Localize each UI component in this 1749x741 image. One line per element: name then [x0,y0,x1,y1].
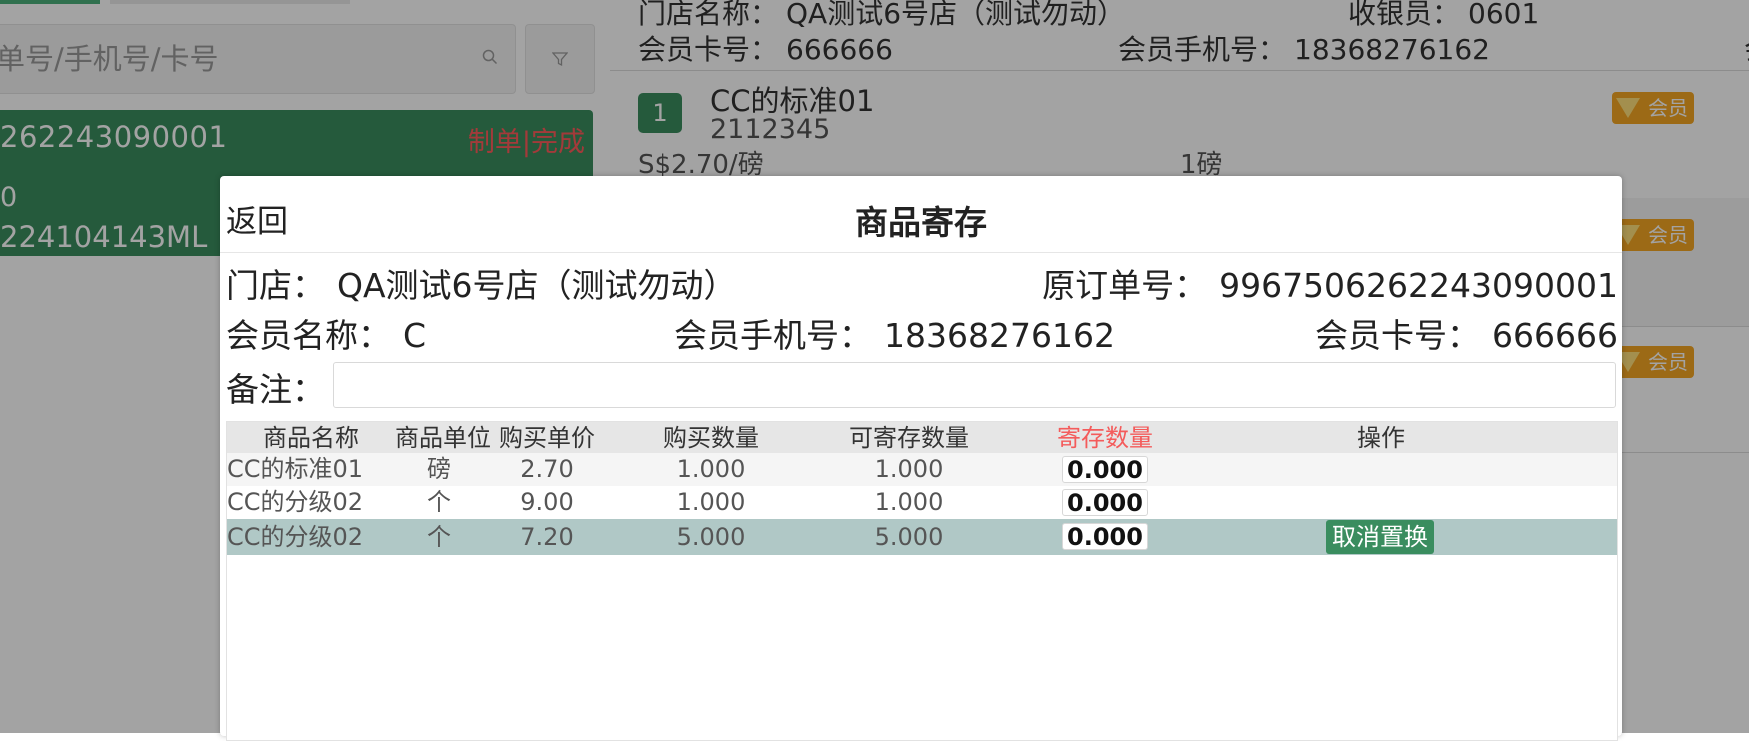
remark-label: 备注： [226,370,325,409]
dialog-title: 商品寄存 [855,203,987,242]
col-storable-header: 可寄存数量 [849,424,969,452]
member-row: 会员名称： C 会员手机号： 18368276162 会员卡号： 666666 [226,309,1618,355]
cancel-replace-button[interactable]: 取消置换 [1326,520,1434,554]
cell-price: 7.20 [520,523,574,551]
member-phone-field: 会员手机号： 18368276162 [674,309,1115,357]
cell-unit: 个 [427,488,451,516]
member-phone-value: 18368276162 [884,316,1115,355]
store-label: 门店： [226,266,325,305]
member-phone-label: 会员手机号： [674,316,872,355]
cell-qty: 1.000 [676,488,746,516]
col-unit-header: 商品单位 [395,424,491,452]
cell-unit: 个 [427,523,451,551]
store-order-row: 门店： QA测试6号店（测试勿动） 原订单号： 996750626224309000… [226,259,1618,305]
member-name-value: C [403,316,427,355]
col-price-header: 购买单价 [499,424,595,452]
store-field: 门店： QA测试6号店（测试勿动） [226,259,737,307]
member-card-field: 会员卡号： 666666 [1315,309,1618,357]
cell-storable: 5.000 [874,523,944,551]
member-name-label: 会员名称： [226,316,391,355]
cell-qty: 1.000 [676,455,746,483]
cell-name: CC的标准01 [227,455,364,483]
store-value: QA测试6号店（测试勿动） [337,266,737,305]
store-qty-input[interactable]: 0.000 [1062,456,1148,484]
table-row-highlighted[interactable]: CC的分级02 个 7.20 5.000 5.000 0.000 取消置换 [227,519,1617,555]
col-qty-header: 购买数量 [663,424,759,452]
col-action-header: 操作 [1357,424,1405,452]
cell-name: CC的分级02 [227,488,364,516]
cell-storable: 1.000 [874,488,944,516]
dialog-header: 返回 商品寄存 [220,176,1622,253]
member-card-label: 会员卡号： [1315,316,1481,355]
cell-name: CC的分级02 [227,523,364,551]
member-name-field: 会员名称： C [226,309,426,357]
cell-price: 2.70 [520,455,574,483]
cell-price: 9.00 [520,488,574,516]
orig-order-field: 原订单号： 9967506262243090001 [1042,259,1618,307]
store-qty-input[interactable]: 0.000 [1062,489,1148,517]
cell-storable: 1.000 [874,455,944,483]
orig-order-label: 原订单号： [1042,266,1208,305]
storage-table: 商品名称 商品单位 购买单价 购买数量 可寄存数量 寄存数量 操作 CC的标准0… [226,421,1618,741]
store-qty-input[interactable]: 0.000 [1062,523,1148,551]
col-store-qty-header: 寄存数量 [1057,424,1153,452]
table-row[interactable]: CC的分级02 个 9.00 1.000 1.000 0.000 [227,486,1617,519]
table-header: 商品名称 商品单位 购买单价 购买数量 可寄存数量 寄存数量 操作 [227,422,1617,453]
cell-unit: 磅 [427,455,451,483]
table-row[interactable]: CC的标准01 磅 2.70 1.000 1.000 0.000 [227,453,1617,486]
member-card-value: 666666 [1492,316,1618,355]
orig-order-value: 9967506262243090001 [1219,266,1618,305]
storage-dialog: 返回 商品寄存 门店： QA测试6号店（测试勿动） 原订单号： 9967506262… [220,176,1622,741]
col-name-header: 商品名称 [263,424,359,452]
cell-qty: 5.000 [676,523,746,551]
remark-input[interactable] [333,362,1616,408]
